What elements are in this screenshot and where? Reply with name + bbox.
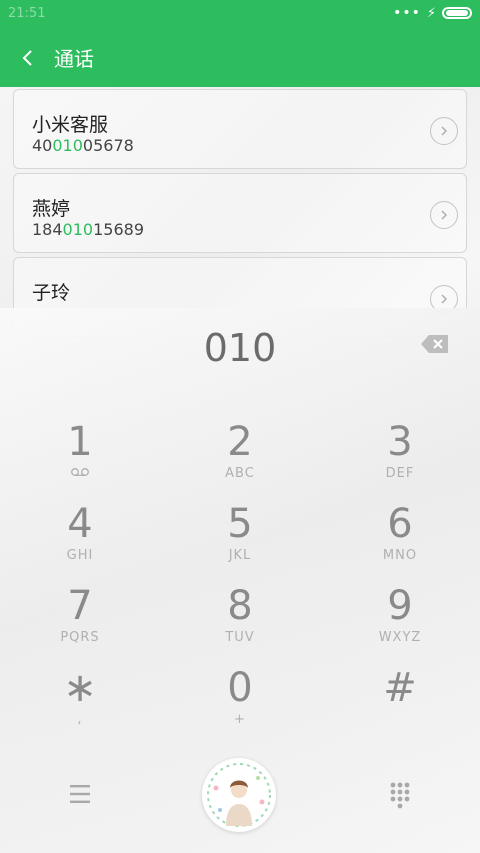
- avatar-illustration: [204, 760, 274, 830]
- key-1[interactable]: 1: [10, 420, 150, 500]
- number-suffix: 05678: [82, 136, 134, 155]
- key-7[interactable]: 7 PQRS: [10, 584, 150, 664]
- contact-name: 燕婷: [32, 198, 71, 220]
- number-match: 010: [62, 220, 94, 239]
- chevron-left-icon: [22, 49, 32, 66]
- key-digit: 6: [387, 501, 413, 547]
- bottom-bar: [0, 754, 480, 834]
- key-letters: ,: [77, 712, 83, 727]
- voicemail-icon: [71, 468, 89, 476]
- key-letters: [330, 712, 470, 728]
- app-bar: 通话: [0, 28, 480, 87]
- key-letters: TUV: [225, 630, 255, 645]
- key-letters: [10, 466, 150, 482]
- key-digit: 1: [67, 419, 93, 465]
- key-digit: ∗: [63, 665, 97, 711]
- key-2[interactable]: 2 ABC: [170, 420, 310, 500]
- number-suffix: 15689: [93, 220, 144, 239]
- key-6[interactable]: 6 MNO: [330, 502, 470, 582]
- number-prefix: 40: [32, 136, 53, 155]
- key-letters: ABC: [225, 466, 255, 481]
- key-digit: 3: [387, 419, 413, 465]
- key-digit: 4: [67, 501, 93, 547]
- number-match: 010: [52, 136, 83, 155]
- key-digit: 9: [387, 583, 413, 629]
- typed-number: 010: [203, 326, 277, 370]
- contact-number: 4001005678: [32, 136, 134, 155]
- key-digit: 8: [227, 583, 253, 629]
- key-digit: 0: [227, 665, 253, 711]
- contact-number: 18401015689: [32, 220, 144, 239]
- backspace-icon[interactable]: [420, 334, 450, 354]
- key-star[interactable]: ∗ ,: [10, 666, 150, 746]
- more-dots-icon: •••: [393, 5, 421, 21]
- contact-name: 子玲: [32, 282, 71, 304]
- key-4[interactable]: 4 GHI: [10, 502, 150, 582]
- key-letters: MNO: [382, 548, 418, 563]
- chevron-right-icon: [441, 210, 447, 220]
- number-prefix: 184: [32, 220, 63, 239]
- key-letters: DEF: [385, 466, 415, 481]
- key-5[interactable]: 5 JKL: [170, 502, 310, 582]
- status-time: 21:51: [8, 6, 46, 21]
- status-bar: 21:51 ••• ⚡: [0, 0, 480, 28]
- key-0[interactable]: 0 +: [170, 666, 310, 746]
- key-digit: 7: [67, 583, 93, 629]
- charging-icon: ⚡: [426, 5, 436, 21]
- key-digit: #: [383, 665, 417, 711]
- key-hash[interactable]: #: [330, 666, 470, 746]
- contact-detail-button[interactable]: [430, 201, 458, 229]
- chevron-right-icon: [441, 294, 447, 304]
- key-letters: PQRS: [60, 630, 100, 645]
- list-item[interactable]: 燕婷 18401015689: [13, 173, 467, 253]
- key-8[interactable]: 8 TUV: [170, 584, 310, 664]
- contact-detail-button[interactable]: [430, 117, 458, 145]
- page-title: 通话: [54, 47, 94, 71]
- key-letters: +: [234, 712, 246, 727]
- key-3[interactable]: 3 DEF: [330, 420, 470, 500]
- key-letters: GHI: [66, 548, 94, 563]
- dialpad-grid-icon[interactable]: [384, 780, 416, 812]
- back-button[interactable]: [4, 28, 52, 87]
- contact-name: 小米客服: [32, 114, 109, 136]
- key-digit: 5: [227, 501, 253, 547]
- key-digit: 2: [227, 419, 253, 465]
- chevron-right-icon: [441, 126, 447, 136]
- list-item[interactable]: 小米客服 4001005678: [13, 89, 467, 169]
- status-icons: ••• ⚡: [393, 5, 472, 21]
- menu-icon[interactable]: [62, 782, 98, 806]
- key-9[interactable]: 9 WXYZ: [330, 584, 470, 664]
- battery-icon: [442, 7, 472, 19]
- dialpad: 010 1 2 ABC 3 DEF 4 GHI 5 JKL 6 MNO 7 PQ…: [0, 308, 480, 853]
- avatar[interactable]: [202, 758, 276, 832]
- key-letters: WXYZ: [378, 630, 422, 645]
- key-letters: JKL: [228, 548, 252, 563]
